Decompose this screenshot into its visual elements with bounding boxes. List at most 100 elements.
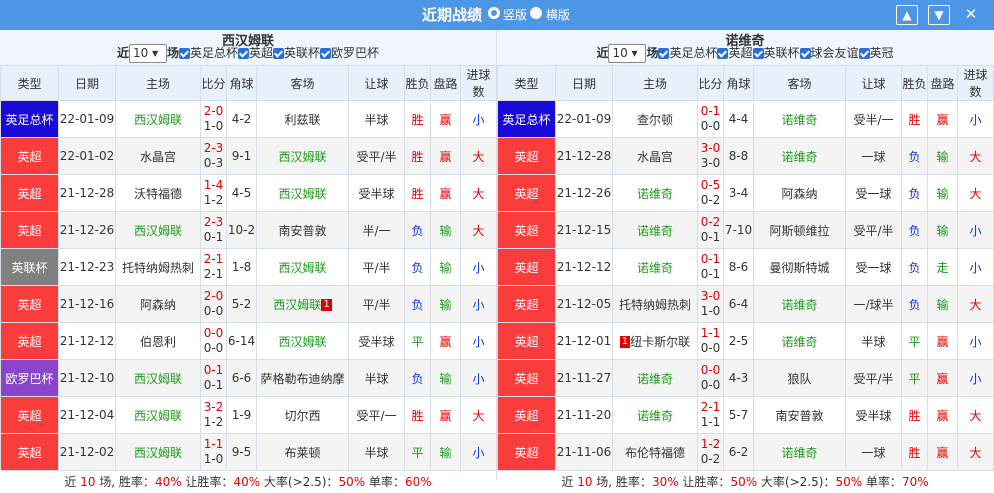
competition-type[interactable]: 英超 xyxy=(497,433,556,471)
score[interactable]: 1-2 0-2 xyxy=(697,433,724,471)
win-loss: 胜 xyxy=(901,100,928,138)
home-team[interactable]: 西汉姆联 xyxy=(115,100,201,138)
away-team[interactable]: 南安普敦 xyxy=(256,211,349,249)
full-time-score: 2-3 xyxy=(203,215,224,229)
score[interactable]: 0-0 0-0 xyxy=(200,322,227,360)
competition-checkbox[interactable] xyxy=(238,48,249,59)
score[interactable]: 0-1 0-1 xyxy=(200,359,227,397)
away-team[interactable]: 西汉姆联 xyxy=(256,322,349,360)
competition-checkbox[interactable] xyxy=(178,48,190,59)
home-team[interactable]: 托特纳姆热刺 xyxy=(115,248,201,286)
home-team[interactable]: 诺维奇 xyxy=(612,211,698,249)
home-team[interactable]: 诺维奇 xyxy=(612,174,698,212)
away-team[interactable]: 诺维奇 xyxy=(753,433,846,471)
competition-type[interactable]: 英超 xyxy=(0,396,59,434)
competition-type[interactable]: 英超 xyxy=(0,137,59,175)
away-team[interactable]: 西汉姆联 1 xyxy=(256,285,349,323)
home-team[interactable]: 水晶宫 xyxy=(115,137,201,175)
score[interactable]: 0-1 0-1 xyxy=(697,248,724,286)
close-button[interactable]: ✕ xyxy=(960,5,982,25)
away-team[interactable]: 西汉姆联 xyxy=(256,174,349,212)
away-team[interactable]: 阿森纳 xyxy=(753,174,846,212)
away-team[interactable]: 狼队 xyxy=(753,359,846,397)
competition-type[interactable]: 英足总杯 xyxy=(0,100,59,138)
away-team[interactable]: 切尔西 xyxy=(256,396,349,434)
home-team[interactable]: 诺维奇 xyxy=(612,359,698,397)
score[interactable]: 0-5 0-2 xyxy=(697,174,724,212)
score[interactable]: 0-0 0-0 xyxy=(697,359,724,397)
away-team[interactable]: 诺维奇 xyxy=(753,137,846,175)
move-down-button[interactable]: ▼ xyxy=(928,5,950,25)
view-vertical-radio[interactable] xyxy=(488,7,500,19)
away-team[interactable]: 西汉姆联 xyxy=(256,248,349,286)
away-team[interactable]: 南安普敦 xyxy=(753,396,846,434)
away-team[interactable]: 诺维奇 xyxy=(753,322,846,360)
away-team[interactable]: 西汉姆联 xyxy=(256,137,349,175)
home-team[interactable]: 诺维奇 xyxy=(612,396,698,434)
competition-checkbox[interactable] xyxy=(658,48,670,59)
home-team[interactable]: 查尔顿 xyxy=(612,100,698,138)
home-team[interactable]: 沃特福德 xyxy=(115,174,201,212)
score[interactable]: 2-1 2-1 xyxy=(200,248,227,286)
home-team[interactable]: 西汉姆联 xyxy=(115,396,201,434)
score[interactable]: 1-1 1-0 xyxy=(200,433,227,471)
competition-type[interactable]: 英足总杯 xyxy=(497,100,556,138)
score[interactable]: 2-3 0-1 xyxy=(200,211,227,249)
move-up-button[interactable]: ▲ xyxy=(896,5,918,25)
competition-type[interactable]: 欧罗巴杯 xyxy=(0,359,59,397)
score[interactable]: 1-4 1-2 xyxy=(200,174,227,212)
match-count-select[interactable]: 10 ▾ xyxy=(128,44,167,63)
competition-type[interactable]: 英超 xyxy=(497,396,556,434)
score[interactable]: 2-1 1-1 xyxy=(697,396,724,434)
home-team[interactable]: 托特纳姆热刺 xyxy=(612,285,698,323)
away-team[interactable]: 利兹联 xyxy=(256,100,349,138)
competition-checkbox[interactable] xyxy=(858,48,870,59)
home-team[interactable]: 西汉姆联 xyxy=(115,211,201,249)
home-team[interactable]: 伯恩利 xyxy=(115,322,201,360)
score[interactable]: 0-2 0-1 xyxy=(697,211,724,249)
away-team[interactable]: 阿斯顿维拉 xyxy=(753,211,846,249)
competition-type[interactable]: 英超 xyxy=(497,248,556,286)
competition-type[interactable]: 英超 xyxy=(0,174,59,212)
score[interactable]: 1-1 0-0 xyxy=(697,322,724,360)
match-count-select[interactable]: 10 ▾ xyxy=(608,44,647,63)
away-team[interactable]: 诺维奇 xyxy=(753,285,846,323)
home-team[interactable]: 阿森纳 xyxy=(115,285,201,323)
home-team[interactable]: 水晶宫 xyxy=(612,137,698,175)
over-under: 大 xyxy=(957,174,994,212)
competition-type[interactable]: 英超 xyxy=(497,359,556,397)
competition-type[interactable]: 英超 xyxy=(497,174,556,212)
competition-type[interactable]: 英超 xyxy=(497,322,556,360)
score[interactable]: 2-0 1-0 xyxy=(200,100,227,138)
win-loss: 负 xyxy=(404,285,431,323)
competition-checkbox[interactable] xyxy=(717,48,729,59)
competition-checkbox[interactable] xyxy=(273,48,285,59)
competition-type[interactable]: 英超 xyxy=(497,137,556,175)
competition-type[interactable]: 英超 xyxy=(0,211,59,249)
competition-type[interactable]: 英联杯 xyxy=(0,248,59,286)
competition-type[interactable]: 英超 xyxy=(497,285,556,323)
home-team[interactable]: 布伦特福德 xyxy=(612,433,698,471)
score[interactable]: 2-0 0-0 xyxy=(200,285,227,323)
score[interactable]: 3-0 1-0 xyxy=(697,285,724,323)
view-horizontal-radio[interactable] xyxy=(530,7,542,19)
home-team[interactable]: 诺维奇 xyxy=(612,248,698,286)
score[interactable]: 2-3 0-3 xyxy=(200,137,227,175)
away-team[interactable]: 萨格勒布迪纳摩 xyxy=(256,359,349,397)
away-team[interactable]: 曼彻斯特城 xyxy=(753,248,846,286)
competition-checkbox[interactable] xyxy=(320,48,332,59)
competition-type[interactable]: 英超 xyxy=(0,322,59,360)
away-team[interactable]: 布莱顿 xyxy=(256,433,349,471)
home-team[interactable]: 西汉姆联 xyxy=(115,433,201,471)
competition-type[interactable]: 英超 xyxy=(0,433,59,471)
score[interactable]: 3-0 3-0 xyxy=(697,137,724,175)
competition-type[interactable]: 英超 xyxy=(0,285,59,323)
competition-checkbox[interactable] xyxy=(799,48,811,59)
score[interactable]: 3-2 1-2 xyxy=(200,396,227,434)
home-team[interactable]: 西汉姆联 xyxy=(115,359,201,397)
competition-checkbox[interactable] xyxy=(752,48,764,59)
home-team[interactable]: 1 纽卡斯尔联 xyxy=(612,322,698,360)
away-team[interactable]: 诺维奇 xyxy=(753,100,846,138)
score[interactable]: 0-1 0-0 xyxy=(697,100,724,138)
competition-type[interactable]: 英超 xyxy=(497,211,556,249)
